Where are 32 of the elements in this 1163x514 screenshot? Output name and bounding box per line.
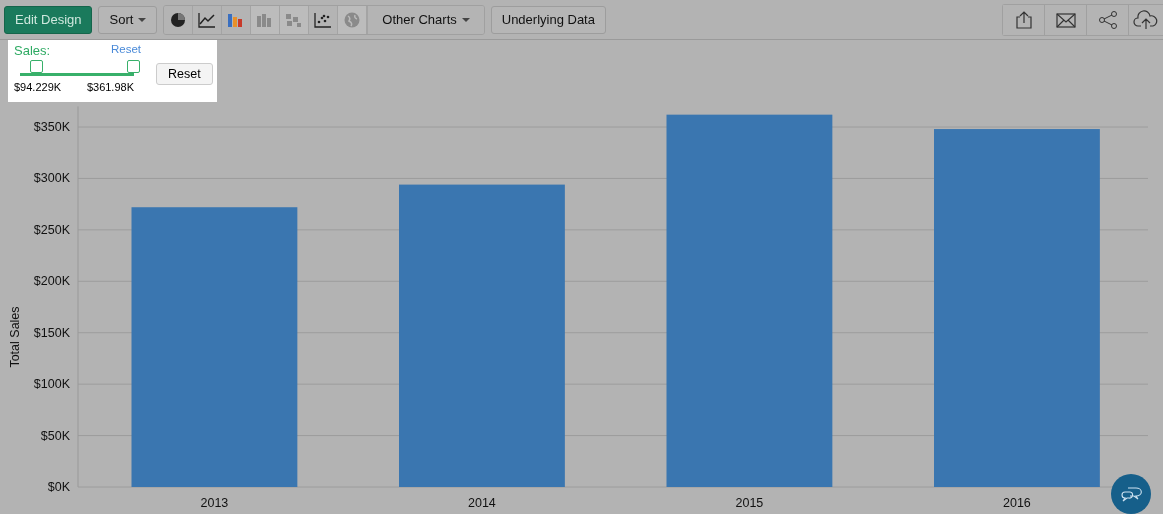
filter-label: Sales:: [14, 43, 51, 58]
reset-link[interactable]: Reset: [110, 43, 141, 58]
y-tick-label: $150K: [33, 325, 70, 340]
caret-icon: [138, 17, 147, 22]
y-axis-title: Total Sales: [8, 306, 22, 368]
x-tick-label: 2014: [468, 496, 496, 510]
sort-button[interactable]: Sort: [98, 5, 158, 34]
chart-type-button[interactable]: [164, 5, 194, 34]
y-tick-label: $50K: [40, 428, 70, 443]
y-tick-label: $250K: [33, 222, 70, 237]
slider-handle[interactable]: [29, 60, 43, 73]
slider-handle[interactable]: [127, 60, 140, 73]
x-tick-label: 2015: [735, 496, 764, 510]
y-tick-label: $200K: [33, 274, 70, 289]
max-value: $361.98K: [86, 81, 134, 93]
caret-icon: [461, 17, 470, 22]
chat-icon: [1120, 484, 1142, 504]
edit-design-button[interactable]: Edit Design: [4, 5, 93, 34]
y-tick-label: $300K: [33, 171, 70, 186]
y-tick-label: $350K: [33, 120, 70, 134]
chat-button[interactable]: [1111, 474, 1151, 514]
export-icon[interactable]: [1003, 4, 1045, 35]
y-tick-label: $0K: [47, 480, 70, 494]
other-charts-button[interactable]: Other Charts: [367, 5, 484, 34]
underlying-data-button[interactable]: Underlying Data: [490, 5, 606, 34]
scatter-chart-icon: [313, 10, 334, 29]
min-value: $94.229K: [14, 81, 62, 93]
line-chart-icon: [197, 10, 218, 29]
y-tick-label: $100K: [33, 377, 70, 392]
reset-button[interactable]: Reset: [156, 63, 213, 85]
x-tick-label: 2016: [1003, 496, 1031, 510]
x-tick-label: 2013: [200, 496, 229, 510]
